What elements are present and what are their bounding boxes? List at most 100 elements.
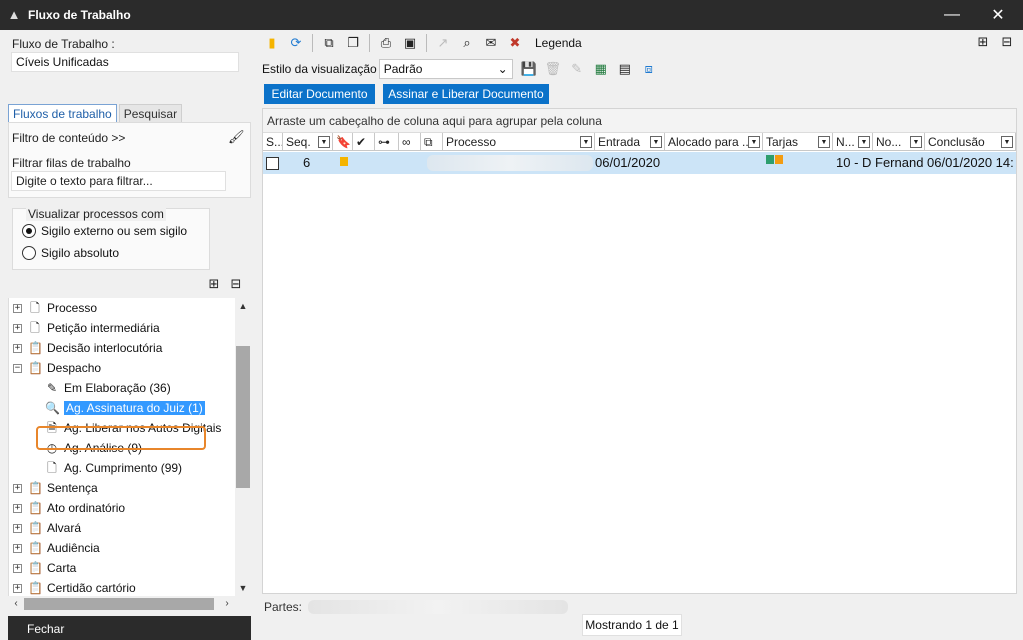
radio-sigilo-externo[interactable]: Sigilo externo ou sem sigilo [22,224,187,238]
minimize-button[interactable]: — [929,0,975,30]
collapse-icon[interactable]: − [13,363,22,373]
editar-documento-button[interactable]: Editar Documento [264,84,375,104]
print-icon[interactable]: ⎙ [376,33,396,53]
filter-dropdown-icon[interactable]: ▼ [858,136,870,148]
new-document-icon[interactable]: ▮ [262,33,282,53]
col-header-processo[interactable]: Processo ▼ [443,133,595,151]
brush-icon[interactable]: 🖌 [228,129,245,145]
tree-item-sentenca[interactable]: + 📋 Sentença [13,478,98,498]
col-header-alocado[interactable]: Alocado para ... ▼ [665,133,763,151]
tree-item-carta[interactable]: + 📋 Carta [13,558,76,578]
expand-tree-icon[interactable]: ⊞ [206,276,222,292]
filter-dropdown-icon[interactable]: ▼ [1001,136,1013,148]
col-header-copy-icon[interactable]: ⧉ [421,133,443,151]
collapse-grid-icon[interactable]: ⊟ [999,34,1015,50]
tab-pesquisar[interactable]: Pesquisar [118,104,183,122]
filter-dropdown-icon[interactable]: ▼ [910,136,922,148]
documents-grid: Arraste um cabeçalho de coluna aqui para… [262,108,1017,594]
expand-icon[interactable]: + [13,483,22,493]
close-button[interactable]: ✕ [975,0,1021,30]
tree-vertical-scrollbar[interactable]: ▲ ▼ [235,298,251,628]
estilo-select[interactable]: Padrão ⌄ [378,59,513,79]
filter-dropdown-icon[interactable]: ▼ [580,136,592,148]
tree-item-peticao[interactable]: + 🗋 Petição intermediária [13,318,160,338]
comment-icon[interactable]: ✉ [481,33,501,53]
scroll-up-icon[interactable]: ▲ [235,298,251,314]
delete-icon[interactable]: 🗑 [543,59,563,79]
expand-icon[interactable]: + [13,343,22,353]
refresh-icon[interactable]: ⟳ [286,33,306,53]
expand-grid-icon[interactable]: ⊞ [975,34,991,50]
tree-horizontal-scrollbar[interactable]: ‹ › [8,596,235,612]
remove-comment-icon[interactable]: ✖ [505,33,525,53]
tree-item-alvara[interactable]: + 📋 Alvará [13,518,81,538]
col-header-tree-icon[interactable]: ⊶ [375,133,399,151]
scroll-thumb[interactable] [236,346,250,488]
expand-icon[interactable]: + [13,563,22,573]
filtro-conteudo-toggle[interactable]: Filtro de conteúdo >> [12,131,125,145]
expand-icon[interactable]: + [13,583,22,593]
col-header-s[interactable]: S... [263,133,283,151]
filter-dropdown-icon[interactable]: ▼ [818,136,830,148]
scroll-left-icon[interactable]: ‹ [8,596,24,612]
expand-icon[interactable]: + [13,323,22,333]
collapse-tree-icon[interactable]: ⊟ [228,276,244,292]
expand-icon[interactable]: + [13,303,22,313]
scroll-down-icon[interactable]: ▼ [235,580,251,596]
export-icon[interactable]: ⧈ [639,59,659,79]
edit-icon[interactable]: ✎ [567,59,587,79]
flag-icon [340,157,348,166]
tab-fluxos[interactable]: Fluxos de trabalho [8,104,117,122]
col-header-seq-label: Seq. [286,135,311,149]
col-header-conclusao[interactable]: Conclusão ▼ [925,133,1016,151]
radio-sigilo-externo-label: Sigilo externo ou sem sigilo [41,224,188,238]
expand-icon[interactable]: + [13,503,22,513]
tree-item-decisao[interactable]: + 📋 Decisão interlocutória [13,338,162,358]
scroll-thumb[interactable] [24,598,214,610]
legenda-button[interactable]: Legenda [535,36,582,50]
tree-item-label: Petição intermediária [47,321,160,335]
save-copy-icon[interactable]: ▣ [400,33,420,53]
radio-sigilo-absoluto[interactable]: Sigilo absoluto [22,246,119,260]
tree-item-ag-cumprimento[interactable]: 🗋 Ag. Cumprimento (99) [45,458,182,478]
filter-dropdown-icon[interactable]: ▼ [650,136,662,148]
notes-icon[interactable]: ▤ [615,59,635,79]
group-by-area[interactable]: Arraste um cabeçalho de coluna aqui para… [263,109,1016,133]
forward-icon[interactable]: ↗ [433,33,453,53]
tree-item-despacho[interactable]: − 📋 Despacho [13,358,101,378]
copy-icon[interactable]: ⧉ [319,33,339,53]
tarja-orange-icon [775,155,783,164]
filter-dropdown-icon[interactable]: ▼ [748,136,760,148]
fluxo-field[interactable]: Cíveis Unificadas [11,52,239,72]
tree-item-ato[interactable]: + 📋 Ato ordinatório [13,498,125,518]
tree-item-processo[interactable]: + 🗋 Processo [13,298,97,318]
search-document-icon[interactable]: ⌕ [457,33,477,53]
save-icon[interactable]: 💾 [519,59,539,79]
excel-icon[interactable]: ▦ [591,59,611,79]
col-header-tarjas[interactable]: Tarjas ▼ [763,133,833,151]
col-header-entrada[interactable]: Entrada ▼ [595,133,665,151]
expand-icon[interactable]: + [13,523,22,533]
scroll-right-icon[interactable]: › [219,596,235,612]
tree-item-certidao[interactable]: + 📋 Certidão cartório [13,578,136,596]
window-title: Fluxo de Trabalho [28,8,131,22]
expand-icon[interactable]: + [13,543,22,553]
col-header-seq[interactable]: Seq. ▼ [283,133,333,151]
tree-item-em-elaboracao[interactable]: ✎ Em Elaboração (36) [45,378,171,398]
fechar-button[interactable]: Fechar [8,616,251,640]
col-header-n[interactable]: N... ▼ [833,133,873,151]
col-header-no[interactable]: No... ▼ [873,133,925,151]
tree-item-label: Audiência [47,541,100,555]
filter-dropdown-icon[interactable]: ▼ [318,136,330,148]
duplicate-icon[interactable]: ❐ [343,33,363,53]
tree-item-ag-assinatura[interactable]: 🔍 Ag. Assinatura do Juiz (1) [45,398,205,418]
assinar-liberar-button[interactable]: Assinar e Liberar Documento [383,84,549,104]
filter-input[interactable]: Digite o texto para filtrar... [11,171,226,191]
col-header-check-icon[interactable]: ✔ [353,133,375,151]
tree-item-audiencia[interactable]: + 📋 Audiência [13,538,100,558]
col-header-link-icon[interactable]: ∞ [399,133,421,151]
row-checkbox[interactable] [266,157,279,170]
col-header-bookmark-icon[interactable]: 🔖 [333,133,353,151]
partes-label: Partes: [264,600,303,614]
table-row[interactable]: 6 06/01/2020 10 - D Fernand 06/01/2020 1… [263,152,1016,174]
